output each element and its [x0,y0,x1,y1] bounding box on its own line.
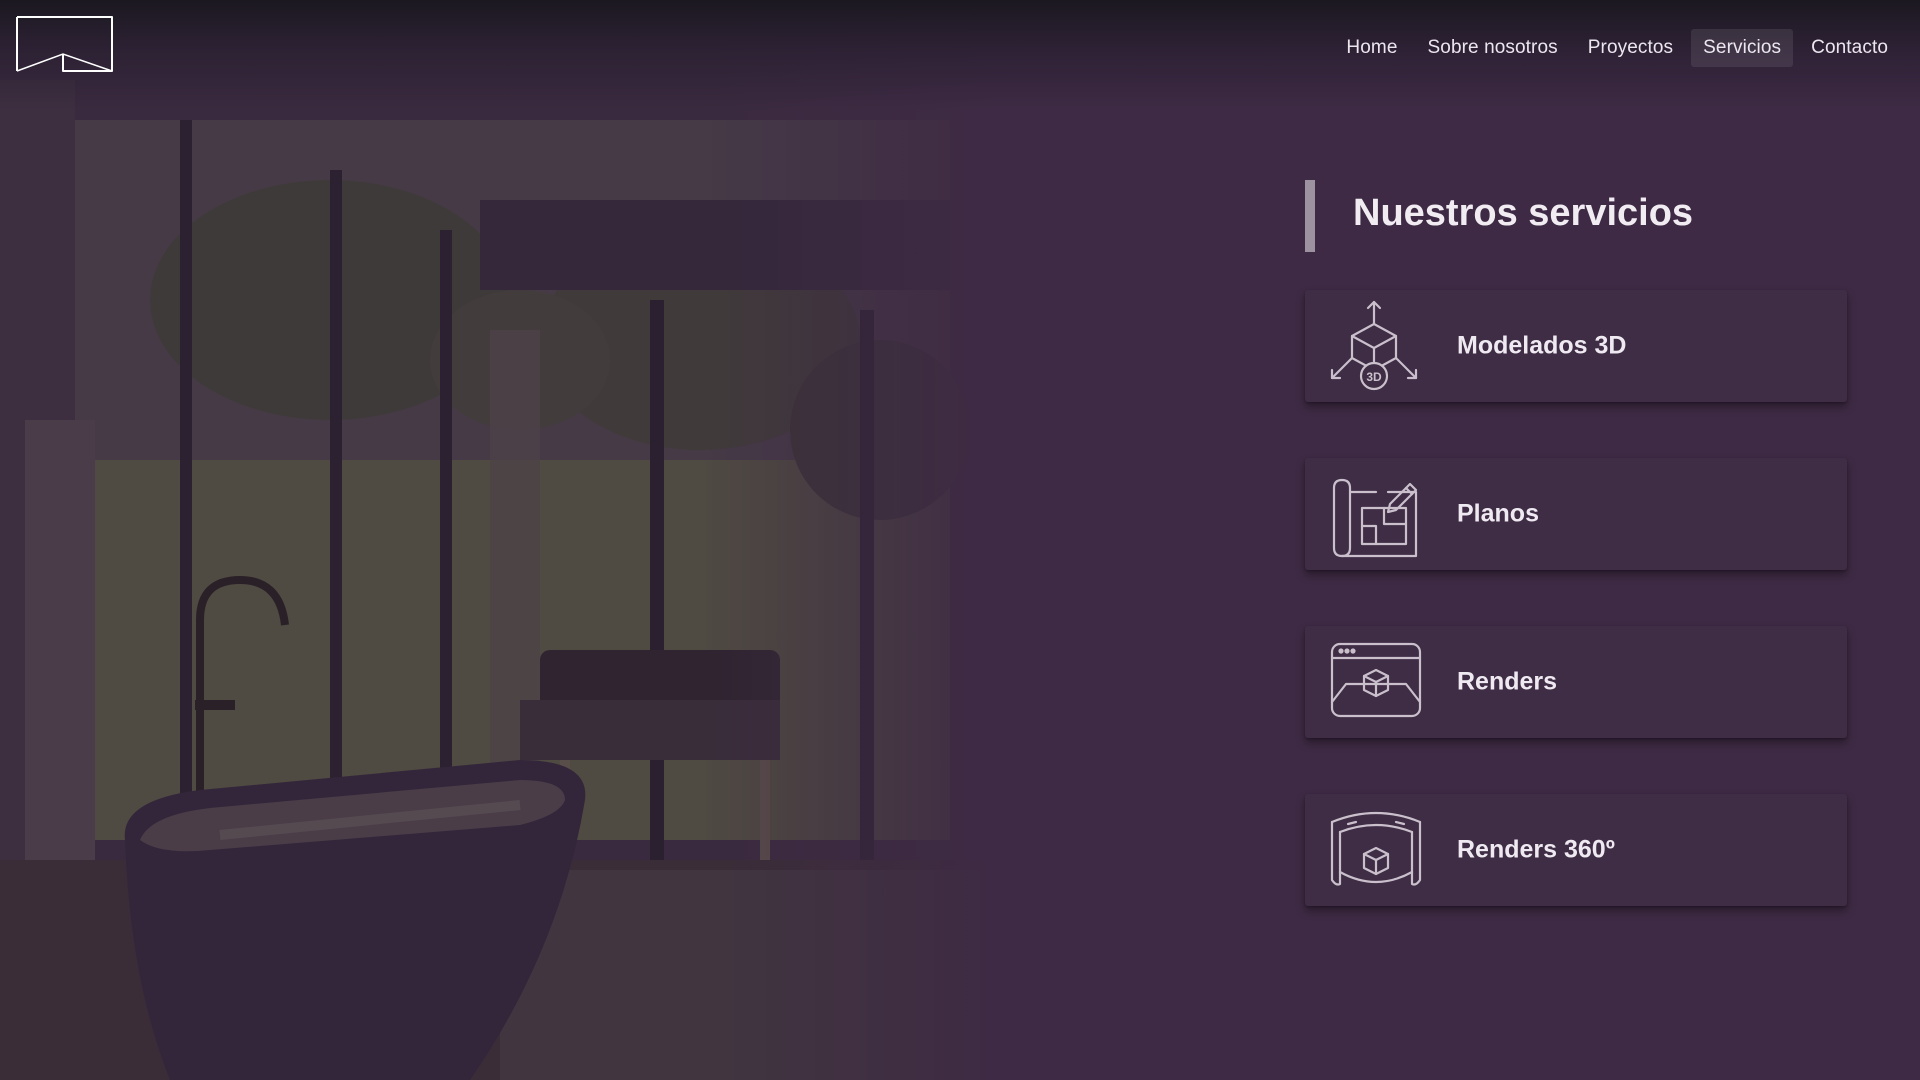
service-label-modelados-3d: Modelados 3D [1457,331,1627,360]
nav-item-contacto[interactable]: Contacto [1799,29,1900,67]
blueprint-icon [1319,458,1429,570]
nav-item-home[interactable]: Home [1334,29,1409,67]
service-card-renders-360[interactable]: Renders 360º [1305,794,1847,906]
service-card-renders[interactable]: Renders [1305,626,1847,738]
nav-item-servicios[interactable]: Servicios [1691,29,1794,67]
main-nav: Home Sobre nosotros Proyectos Servicios … [1334,29,1900,67]
service-label-renders: Renders [1457,667,1558,696]
service-label-renders-360: Renders 360º [1457,835,1615,864]
nav-item-proyectos[interactable]: Proyectos [1576,29,1685,67]
services-page: Home Sobre nosotros Proyectos Servicios … [0,0,1920,1080]
render-window-icon [1319,626,1429,738]
3d-modeling-icon: 3D [1319,290,1429,402]
section-title: Nuestros servicios [1353,192,1694,234]
nav-item-sobre-nosotros[interactable]: Sobre nosotros [1416,29,1570,67]
panorama-360-icon [1319,794,1429,906]
hero-gradient-overlay [0,0,1000,1080]
service-card-modelados-3d[interactable]: 3D Modelados 3D [1305,290,1847,402]
service-label-planos: Planos [1457,499,1539,528]
hero-background-image [0,0,1000,1080]
3d-icon-text: 3D [1366,370,1382,384]
heading-accent-bar [1305,180,1315,252]
studio-monogram-logo-icon [16,16,113,72]
service-card-planos[interactable]: Planos [1305,458,1847,570]
site-logo[interactable] [16,16,114,74]
